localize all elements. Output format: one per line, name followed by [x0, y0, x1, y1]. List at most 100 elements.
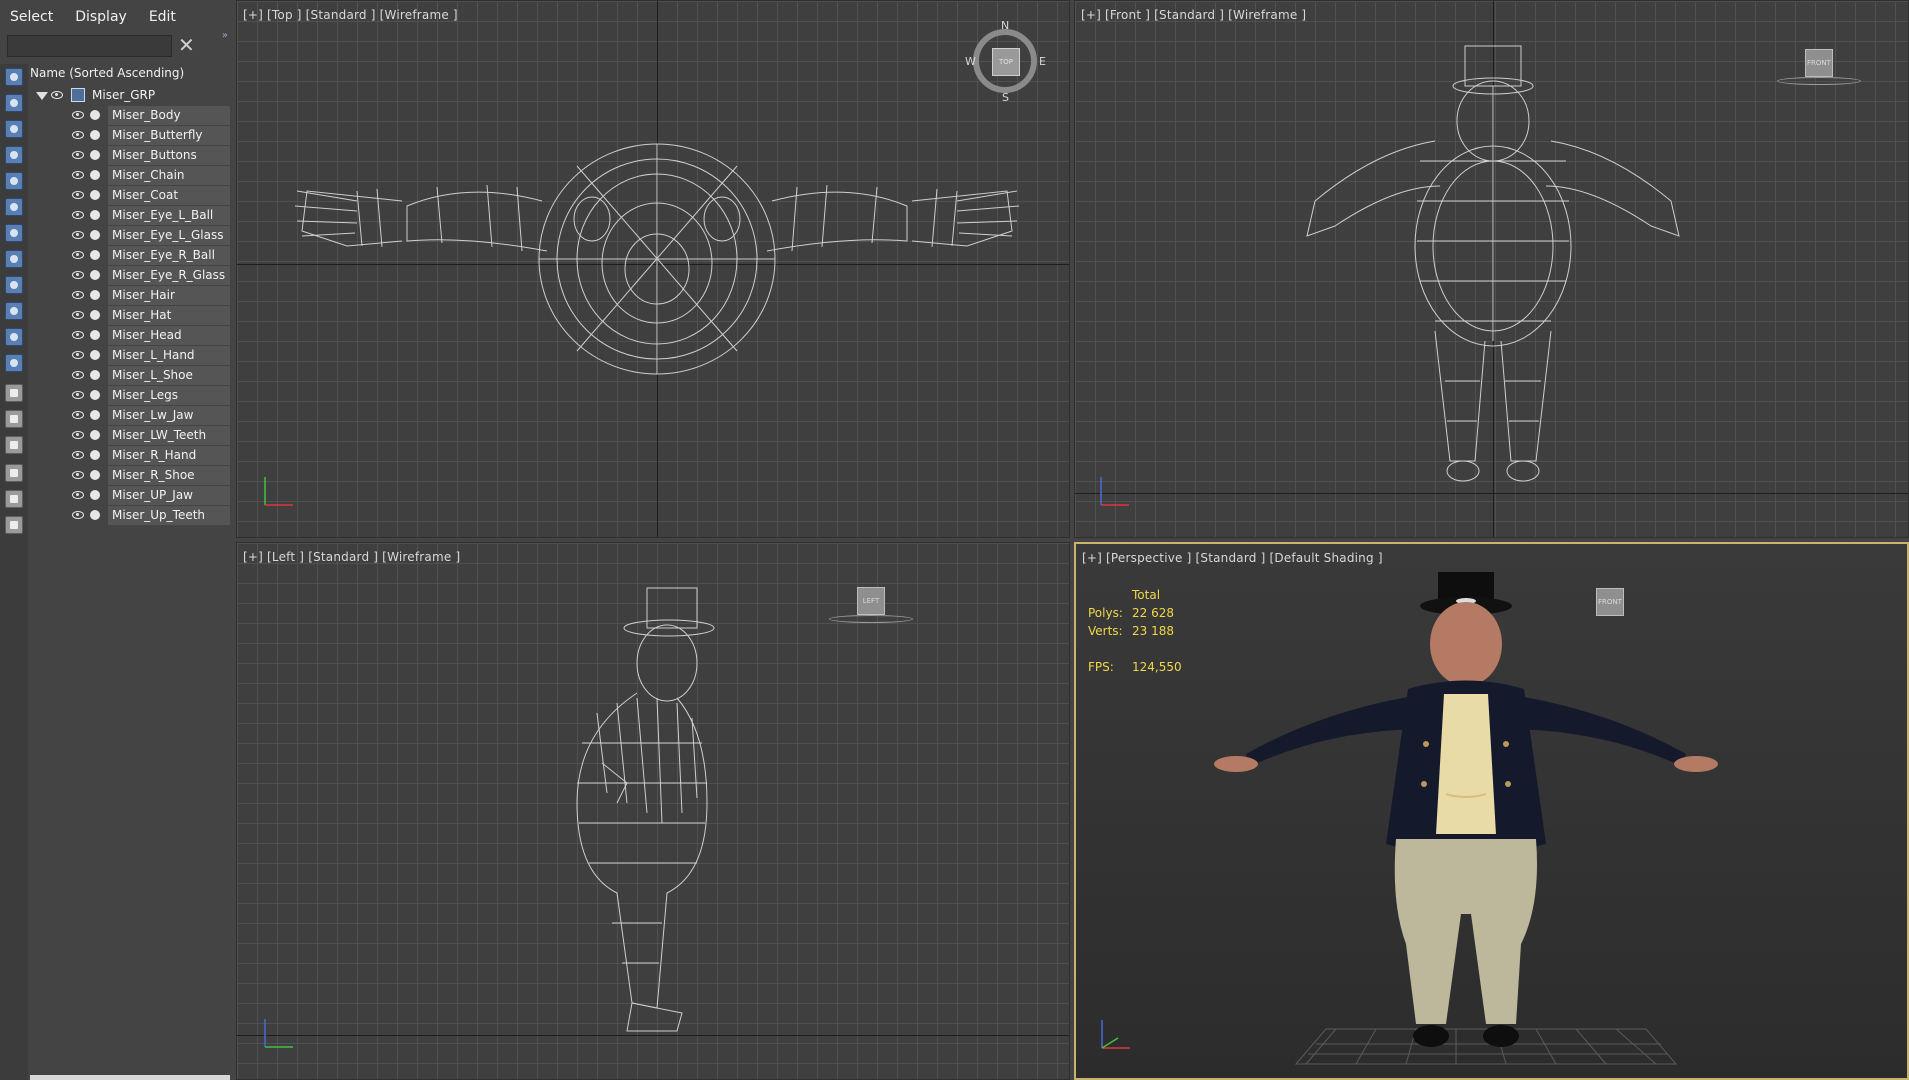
invert-display-icon[interactable] [5, 436, 23, 454]
tree-row[interactable]: Miser_Chain [30, 166, 230, 186]
frozen-filter-icon[interactable] [5, 328, 23, 346]
visibility-dot-icon[interactable] [90, 270, 100, 280]
tree-row[interactable]: Miser_LW_Teeth [30, 426, 230, 446]
viewcube-persp-face[interactable]: FRONT [1596, 588, 1624, 616]
viewport-left[interactable]: [+] [Left ] [Standard ] [Wireframe ] LEF… [236, 542, 1070, 1080]
visibility-dot-icon[interactable] [90, 430, 100, 440]
tree-row[interactable]: Miser_Eye_R_Ball [30, 246, 230, 266]
search-input[interactable] [7, 35, 172, 57]
tree-row[interactable]: Miser_Eye_R_Glass [30, 266, 230, 286]
tree-row[interactable]: Miser_Legs [30, 386, 230, 406]
viewcube-left-face[interactable]: LEFT [857, 587, 885, 615]
tree-row[interactable]: Miser_Hair [30, 286, 230, 306]
eye-icon[interactable] [72, 511, 84, 519]
groups-filter-icon[interactable] [5, 224, 23, 242]
eye-icon[interactable] [72, 191, 84, 199]
eye-icon[interactable] [72, 151, 84, 159]
visibility-dot-icon[interactable] [90, 370, 100, 380]
tree-row[interactable]: Miser_Body [30, 106, 230, 126]
visibility-dot-icon[interactable] [90, 250, 100, 260]
eye-icon[interactable] [72, 471, 84, 479]
viewcube-top-face[interactable]: TOP [992, 48, 1020, 76]
eye-icon[interactable] [72, 211, 84, 219]
menu-edit[interactable]: Edit [149, 9, 176, 25]
filter-icon[interactable] [5, 464, 23, 482]
tree-row[interactable]: Miser_Buttons [30, 146, 230, 166]
eye-icon[interactable] [72, 371, 84, 379]
visibility-dot-icon[interactable] [90, 330, 100, 340]
viewport-top[interactable]: [+] [Top ] [Standard ] [Wireframe ] TOP [236, 0, 1070, 538]
viewport-front[interactable]: [+] [Front ] [Standard ] [Wireframe ] FR… [1074, 0, 1909, 538]
visibility-dot-icon[interactable] [90, 170, 100, 180]
visibility-dot-icon[interactable] [90, 110, 100, 120]
eye-icon[interactable] [72, 351, 84, 359]
eye-icon[interactable] [72, 111, 84, 119]
double-chevron-icon[interactable]: » [222, 30, 228, 41]
visibility-dot-icon[interactable] [90, 290, 100, 300]
eye-icon[interactable] [72, 451, 84, 459]
visibility-dot-icon[interactable] [90, 130, 100, 140]
tree-row[interactable]: Miser_L_Shoe [30, 366, 230, 386]
eye-icon[interactable] [72, 391, 84, 399]
display-all-icon[interactable] [5, 384, 23, 402]
viewport-perspective[interactable]: [+] [Perspective ] [Standard ] [Default … [1074, 542, 1909, 1080]
expand-triangle-icon[interactable] [36, 92, 48, 100]
tree-row-group[interactable]: Miser_GRP [30, 86, 230, 106]
tree-row[interactable]: Miser_Hat [30, 306, 230, 326]
tree-row[interactable]: Miser_Butterfly [30, 126, 230, 146]
eye-icon[interactable] [72, 171, 84, 179]
visibility-dot-icon[interactable] [90, 470, 100, 480]
visibility-dot-icon[interactable] [90, 510, 100, 520]
visibility-dot-icon[interactable] [90, 150, 100, 160]
menu-display[interactable]: Display [75, 9, 127, 25]
visibility-dot-icon[interactable] [90, 210, 100, 220]
bones-filter-icon[interactable] [5, 276, 23, 294]
viewcube-compass[interactable]: TOP N S E W [965, 19, 1046, 104]
visibility-dot-icon[interactable] [90, 190, 100, 200]
xrefs-filter-icon[interactable] [5, 250, 23, 268]
eye-icon[interactable] [72, 131, 84, 139]
visibility-dot-icon[interactable] [90, 390, 100, 400]
geometry-filter-icon[interactable] [5, 68, 23, 86]
eye-icon[interactable] [51, 91, 63, 99]
eye-icon[interactable] [72, 411, 84, 419]
eye-icon[interactable] [72, 331, 84, 339]
lights-filter-icon[interactable] [5, 120, 23, 138]
shapes-filter-icon[interactable] [5, 94, 23, 112]
tree-row[interactable]: Miser_Eye_L_Glass [30, 226, 230, 246]
eye-icon[interactable] [72, 251, 84, 259]
hidden-filter-icon[interactable] [5, 354, 23, 372]
viewcube-front-face[interactable]: FRONT [1805, 49, 1833, 77]
layer-explorer-icon[interactable] [5, 516, 23, 534]
visibility-dot-icon[interactable] [90, 410, 100, 420]
visibility-dot-icon[interactable] [90, 230, 100, 240]
column-header-name[interactable]: Name (Sorted Ascending) [30, 66, 184, 80]
tree-row[interactable]: Miser_Coat [30, 186, 230, 206]
eye-icon[interactable] [72, 491, 84, 499]
tree-row[interactable]: Miser_UP_Jaw [30, 486, 230, 506]
horizontal-scrollbar[interactable] [30, 1075, 230, 1080]
tree-row[interactable]: Miser_R_Shoe [30, 466, 230, 486]
eye-icon[interactable] [72, 291, 84, 299]
display-none-icon[interactable] [5, 410, 23, 428]
tree-row[interactable]: Miser_Up_Teeth [30, 506, 230, 526]
viewcube-ring[interactable] [829, 615, 913, 623]
containers-filter-icon[interactable] [5, 302, 23, 320]
visibility-dot-icon[interactable] [90, 310, 100, 320]
viewcube-ring[interactable] [1777, 77, 1861, 85]
tree-row[interactable]: Miser_Eye_L_Ball [30, 206, 230, 226]
menu-select[interactable]: Select [10, 9, 53, 25]
visibility-dot-icon[interactable] [90, 350, 100, 360]
filter-funnel-icon[interactable] [5, 490, 23, 508]
tree-row[interactable]: Miser_R_Hand [30, 446, 230, 466]
eye-icon[interactable] [72, 271, 84, 279]
tree-row[interactable]: Miser_Head [30, 326, 230, 346]
eye-icon[interactable] [72, 431, 84, 439]
tree-row[interactable]: Miser_Lw_Jaw [30, 406, 230, 426]
visibility-dot-icon[interactable] [90, 450, 100, 460]
eye-icon[interactable] [72, 311, 84, 319]
eye-icon[interactable] [72, 231, 84, 239]
close-icon[interactable]: ✕ [178, 34, 195, 56]
cameras-filter-icon[interactable] [5, 146, 23, 164]
visibility-dot-icon[interactable] [90, 490, 100, 500]
